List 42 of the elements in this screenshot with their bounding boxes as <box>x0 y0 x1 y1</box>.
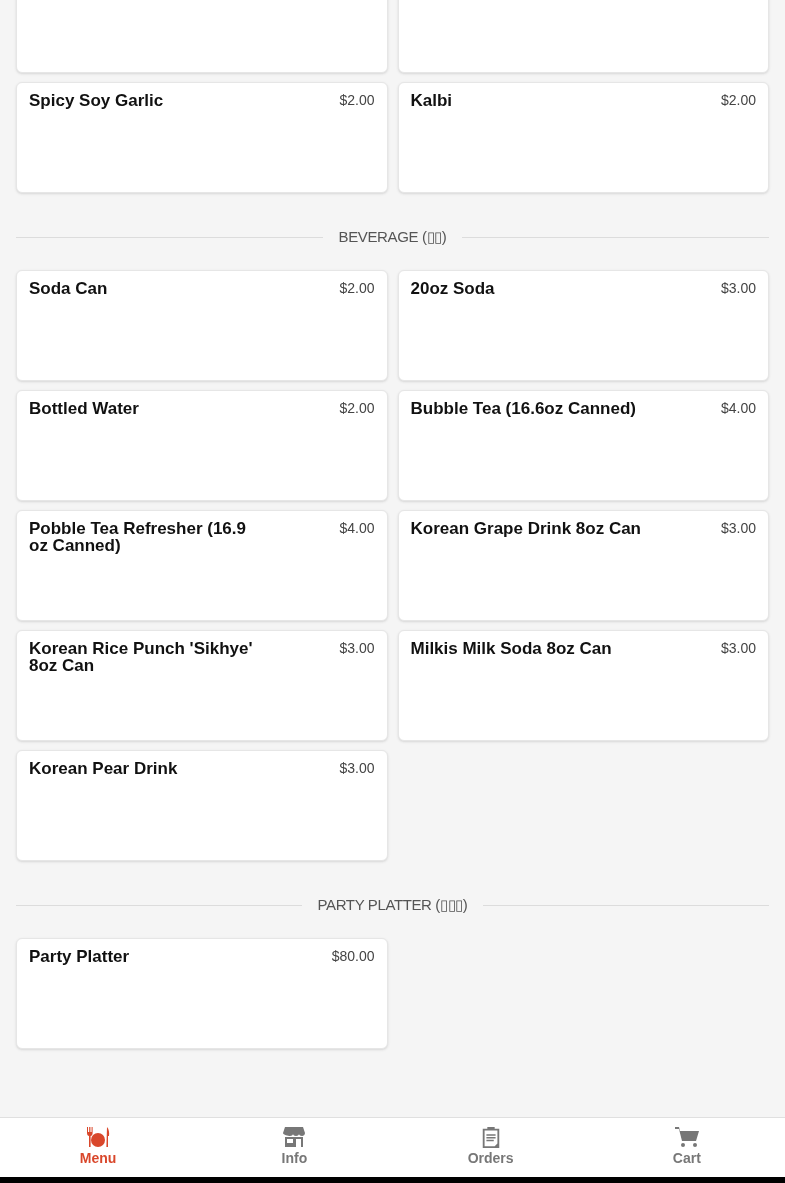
item-price: $3.00 <box>339 640 375 657</box>
menu-item-card[interactable]: Spicy Soy Garlic $2.00 <box>16 82 388 193</box>
item-name: Korean Pear Drink <box>29 760 178 777</box>
menu-item-card[interactable]: Bubble Tea (16.6oz Canned) $4.00 <box>397 390 769 501</box>
item-price: $3.00 <box>339 760 375 777</box>
item-price: $3.00 <box>720 280 756 297</box>
item-name: Kalbi <box>410 92 453 109</box>
item-name: Korean Rice Punch 'Sikhye' 8oz Can <box>29 640 254 674</box>
nav-tab[interactable]: Orders <box>392 1118 589 1177</box>
menu-item-card[interactable]: Soda Can $2.00 <box>16 270 388 381</box>
item-name: Milkis Milk Soda 8oz Can <box>410 640 612 657</box>
item-price: $4.00 <box>339 520 375 537</box>
item-price: $2.00 <box>339 92 375 109</box>
menu-item-card[interactable]: 20oz Soda $3.00 <box>397 270 769 381</box>
menu-item-card[interactable]: Pobble Tea Refresher (16.9 oz Canned) $4.00 <box>16 510 388 621</box>
item-price: $2.00 <box>720 92 756 109</box>
item-name: Korean Grape Drink 8oz Can <box>410 520 641 537</box>
item-name: Soda Can <box>29 280 108 297</box>
item-price: $3.00 <box>720 520 756 537</box>
item-price: $2.00 <box>339 280 375 297</box>
section-heading: BEVERAGE (▯▯) <box>338 226 447 247</box>
section-heading: PARTY PLATTER (▯▯▯) <box>317 894 468 915</box>
menu-item-card[interactable]: Bottled Water $2.00 <box>16 390 388 501</box>
nav-tab[interactable]: Info <box>196 1118 393 1177</box>
item-name: Bottled Water <box>29 400 139 417</box>
item-name: Spicy Soy Garlic <box>29 92 164 109</box>
item-name: Party Platter <box>29 948 130 965</box>
item-price: $80.00 <box>331 948 375 965</box>
item-price: $4.00 <box>720 400 756 417</box>
item-name: Bubble Tea (16.6oz Canned) <box>410 400 636 417</box>
menu-item-card[interactable]: Kalbi $2.00 <box>397 82 769 193</box>
menu-item-card[interactable]: Korean Rice Punch 'Sikhye' 8oz Can $3.00 <box>16 630 388 741</box>
item-price: $2.00 <box>339 400 375 417</box>
menu-item-card[interactable]: Korean Pear Drink $3.00 <box>16 750 388 861</box>
menu-item-card[interactable]: Milkis Milk Soda 8oz Can $3.00 <box>397 630 769 741</box>
nav-tab[interactable]: Menu <box>0 1118 197 1177</box>
nav-tab[interactable]: Cart <box>588 1118 785 1177</box>
menu-item-card[interactable]: Party Platter $80.00 <box>16 938 388 1049</box>
item-name: Pobble Tea Refresher (16.9 oz Canned) <box>29 520 247 554</box>
item-name: 20oz Soda <box>410 280 495 297</box>
menu-item-card[interactable]: Korean Grape Drink 8oz Can $3.00 <box>397 510 769 621</box>
item-price: $3.00 <box>720 640 756 657</box>
